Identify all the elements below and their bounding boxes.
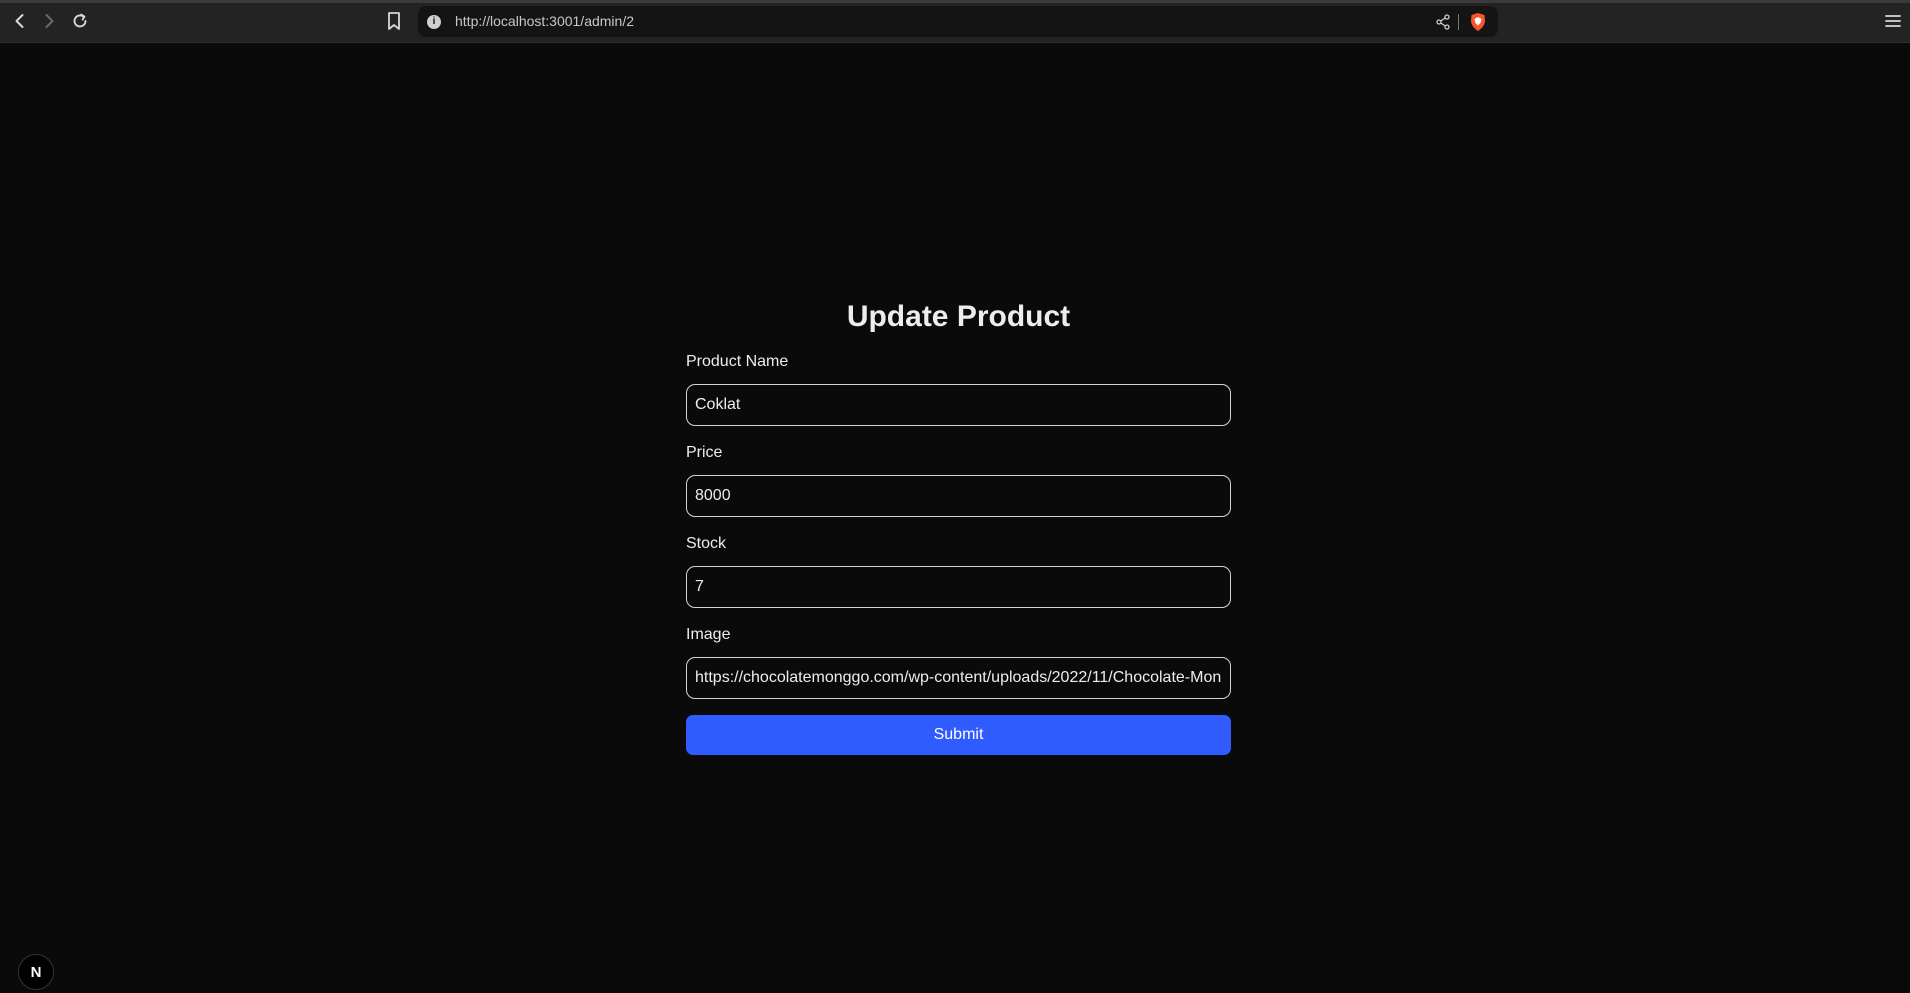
address-bar[interactable]: i http://localhost:3001/admin/2	[418, 6, 1498, 37]
reload-button[interactable]	[69, 9, 91, 33]
page-title: Update Product	[846, 300, 1071, 333]
nextjs-dev-badge[interactable]: N	[18, 954, 54, 990]
update-product-form: Product Name Coklat Price 8000 Stock 7 I…	[686, 352, 1231, 755]
image-url-input[interactable]: https://chocolatemonggo.com/wp-content/u…	[686, 657, 1231, 699]
product-name-input[interactable]: Coklat	[686, 384, 1231, 426]
back-button[interactable]	[9, 9, 31, 33]
share-icon[interactable]	[1434, 13, 1452, 31]
product-name-group: Product Name Coklat	[686, 352, 1231, 426]
info-icon[interactable]: i	[427, 15, 441, 29]
product-name-label: Product Name	[686, 353, 789, 370]
address-bar-divider	[1458, 14, 1459, 30]
price-group: Price 8000	[686, 443, 1231, 517]
price-label: Price	[686, 444, 723, 461]
image-group: Image https://chocolatemonggo.com/wp-con…	[686, 625, 1231, 699]
url-text[interactable]: http://localhost:3001/admin/2	[455, 13, 634, 29]
window-top-edge	[0, 0, 1910, 3]
reload-icon	[73, 13, 87, 28]
bookmark-icon[interactable]	[384, 10, 404, 32]
stock-group: Stock 7	[686, 534, 1231, 608]
submit-button[interactable]: Submit	[686, 715, 1231, 755]
forward-arrow-icon	[45, 14, 54, 28]
browser-toolbar: i http://localhost:3001/admin/2	[0, 0, 1910, 43]
hamburger-menu-icon[interactable]	[1884, 12, 1902, 30]
stock-label: Stock	[686, 535, 727, 552]
stock-input[interactable]: 7	[686, 566, 1231, 608]
back-arrow-icon	[15, 14, 24, 28]
brave-shield-icon[interactable]	[1468, 11, 1488, 33]
forward-button[interactable]	[38, 9, 60, 33]
image-label: Image	[686, 626, 731, 643]
price-input[interactable]: 8000	[686, 475, 1231, 517]
